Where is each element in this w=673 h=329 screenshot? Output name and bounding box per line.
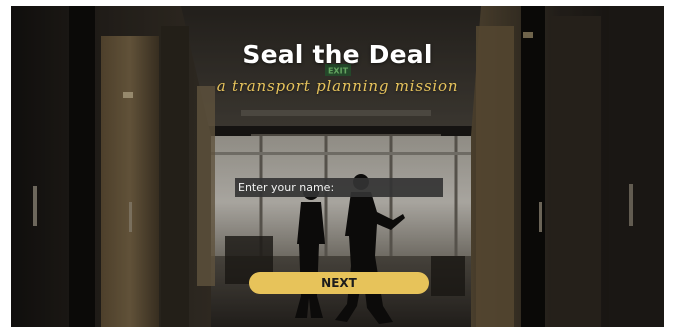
- game-screen: EXIT Seal the Deal a transport planning …: [11, 6, 664, 327]
- game-title: Seal the Deal: [242, 40, 433, 69]
- game-subtitle: a transport planning mission: [216, 77, 459, 95]
- player-name-input[interactable]: [235, 178, 443, 197]
- next-button[interactable]: NEXT: [249, 272, 429, 294]
